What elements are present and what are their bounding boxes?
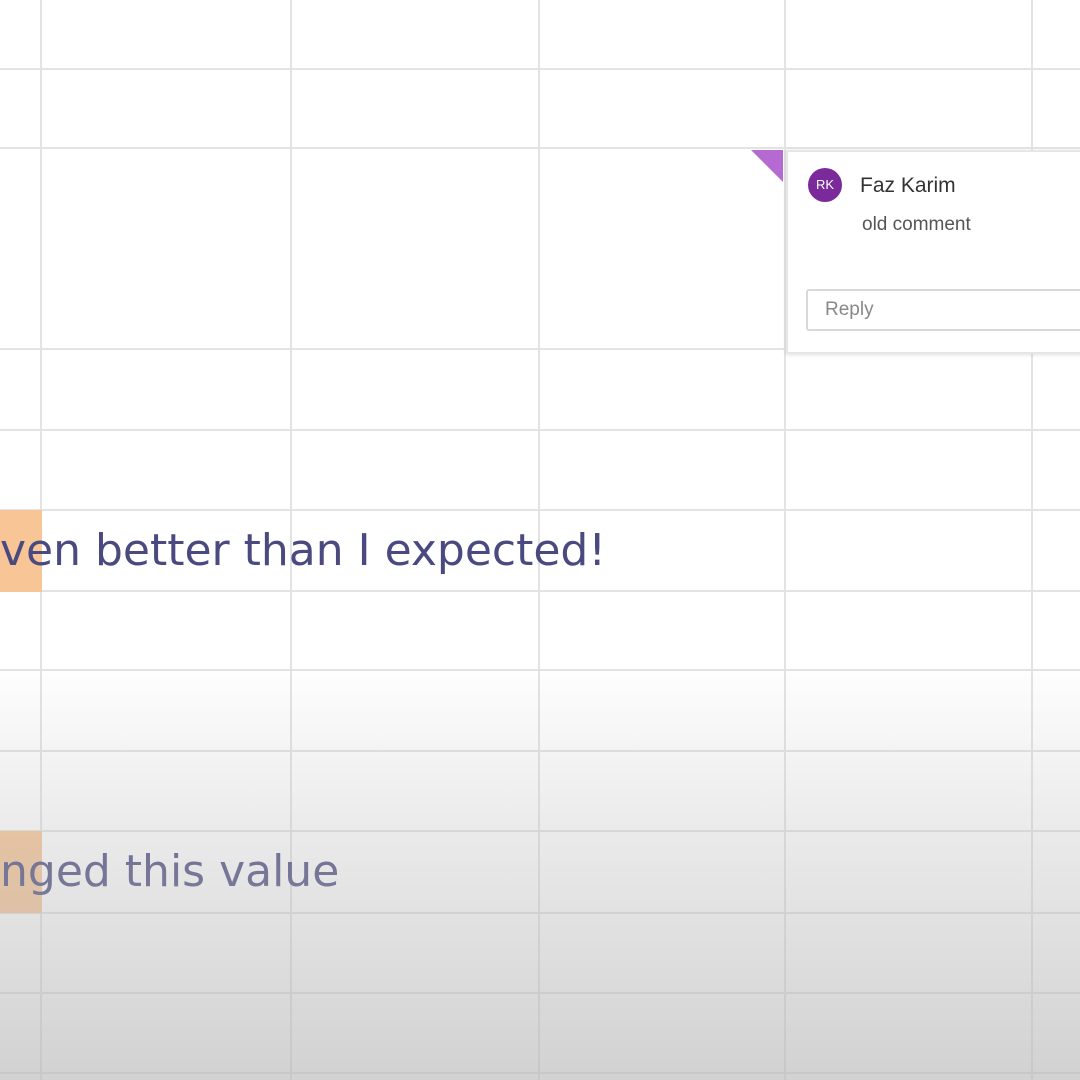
comment-indicator-icon[interactable] xyxy=(751,150,783,182)
cell-text[interactable]: nged this value xyxy=(0,831,339,913)
reply-field[interactable] xyxy=(806,289,1080,331)
comment-text: old comment xyxy=(862,214,971,235)
row-divider xyxy=(0,1072,1080,1074)
spreadsheet-grid[interactable]: ven better than I expected! nged this va… xyxy=(0,0,1080,1080)
comment-card: RK Faz Karim old comment xyxy=(786,150,1080,354)
avatar: RK xyxy=(808,168,842,202)
comment-author: Faz Karim xyxy=(860,174,956,197)
cell-text[interactable]: ven better than I expected! xyxy=(0,510,606,592)
row-divider xyxy=(0,68,1080,70)
row-divider xyxy=(0,147,1080,149)
row-divider xyxy=(0,750,1080,752)
row-divider xyxy=(0,992,1080,994)
reply-input[interactable] xyxy=(808,291,1080,329)
row-divider xyxy=(0,429,1080,431)
row-divider xyxy=(0,669,1080,671)
